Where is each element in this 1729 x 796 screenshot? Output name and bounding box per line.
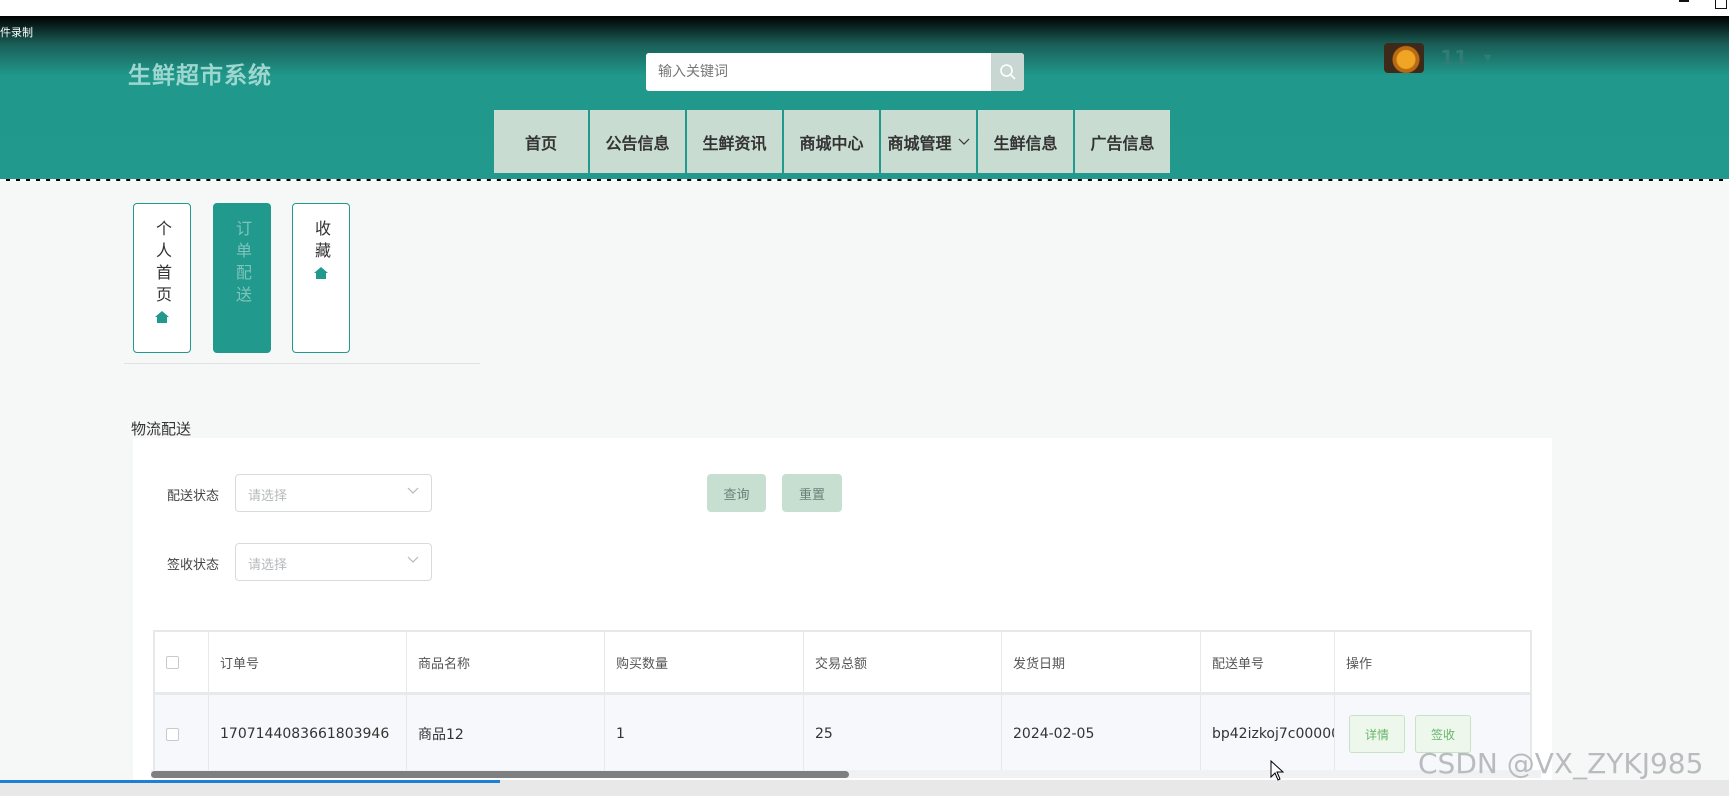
delivery-table: 订单号 商品名称 购买数量 交易总额 发货日期 配送单号 操作 17071440… xyxy=(153,630,1532,775)
total-amount: 25 xyxy=(804,695,1002,773)
column-header: 配送单号 xyxy=(1201,632,1335,692)
nav-label: 商城中心 xyxy=(799,133,864,153)
scrollbar-thumb[interactable] xyxy=(151,771,849,778)
nav-item-notice[interactable]: 公告信息 xyxy=(590,110,685,173)
table-header-row: 订单号 商品名称 购买数量 交易总额 发货日期 配送单号 操作 xyxy=(155,632,1530,695)
column-header: 发货日期 xyxy=(1002,632,1201,692)
delivery-number: bp42izkoj7c00000 xyxy=(1201,695,1335,773)
side-tab-label: 订单配送 xyxy=(233,220,252,308)
delivery-status-select[interactable]: 请选择 xyxy=(235,474,432,512)
side-tab-favorites[interactable]: 收藏 xyxy=(292,203,350,353)
user-menu[interactable]: 11 ▼ xyxy=(1384,42,1492,74)
username: 11 xyxy=(1440,46,1468,70)
nav-label: 生鲜信息 xyxy=(993,133,1058,153)
nav-label: 商城管理 xyxy=(887,133,952,153)
receipt-status-label: 签收状态 xyxy=(167,558,220,573)
home-icon xyxy=(314,267,328,279)
site-logo: 生鲜超市系统 xyxy=(128,63,272,89)
order-number: 1707144083661803946 xyxy=(209,695,407,773)
chevron-down-icon: ▼ xyxy=(1483,52,1492,64)
nav-item-mall-management[interactable]: 商城管理 xyxy=(881,110,976,173)
select-placeholder: 请选择 xyxy=(248,558,288,573)
search-box xyxy=(646,53,1024,91)
receipt-status-select[interactable]: 请选择 xyxy=(235,543,432,581)
nav-item-fresh-info[interactable]: 生鲜信息 xyxy=(978,110,1073,173)
side-tab-label: 收藏 xyxy=(312,220,331,264)
ship-date: 2024-02-05 xyxy=(1002,695,1201,773)
recording-label: 件录制 xyxy=(0,26,33,39)
nav-item-home[interactable]: 首页 xyxy=(494,110,588,173)
search-button[interactable] xyxy=(991,53,1024,91)
section-title: 物流配送 xyxy=(131,420,192,438)
minimize-icon[interactable] xyxy=(1679,0,1689,2)
search-input[interactable] xyxy=(646,53,984,91)
delivery-status-label: 配送状态 xyxy=(167,489,220,504)
search-icon xyxy=(999,64,1016,80)
select-all-checkbox[interactable] xyxy=(166,655,179,669)
home-icon xyxy=(155,311,169,323)
reset-button[interactable]: 重置 xyxy=(782,474,842,512)
main-nav: 首页 公告信息 生鲜资讯 商城中心 商城管理 生鲜信息 广告信息 xyxy=(494,110,1172,173)
table-row: 1707144083661803946 商品12 1 25 2024-02-05… xyxy=(155,695,1530,773)
mouse-cursor-icon xyxy=(1270,760,1284,781)
maximize-icon[interactable] xyxy=(1715,0,1727,9)
row-checkbox[interactable] xyxy=(166,727,179,741)
column-header: 操作 xyxy=(1346,656,1373,672)
nav-label: 首页 xyxy=(524,133,557,153)
nav-label: 广告信息 xyxy=(1090,133,1155,153)
select-placeholder: 请选择 xyxy=(248,489,288,504)
chevron-down-icon xyxy=(958,138,969,145)
column-header: 购买数量 xyxy=(605,632,804,692)
product-name: 商品12 xyxy=(407,695,605,773)
chevron-down-icon xyxy=(407,556,419,563)
header-checkbox-cell xyxy=(155,632,209,692)
side-tab-label: 个人首页 xyxy=(153,220,172,308)
divider xyxy=(124,363,480,364)
bottom-bar xyxy=(0,780,1729,796)
column-header: 交易总额 xyxy=(804,632,1002,692)
watermark: CSDN @VX_ZYKJ985 xyxy=(1418,747,1704,780)
window-titlebar xyxy=(0,0,1729,16)
chevron-down-icon xyxy=(407,487,419,494)
detail-button[interactable]: 详情 xyxy=(1349,715,1405,753)
row-checkbox-cell xyxy=(155,695,209,773)
nav-label: 生鲜资讯 xyxy=(702,133,767,153)
side-tab-order-delivery[interactable]: 订单配送 xyxy=(213,203,271,353)
nav-item-mall-center[interactable]: 商城中心 xyxy=(784,110,879,173)
nav-label: 公告信息 xyxy=(605,133,670,153)
nav-item-ads[interactable]: 广告信息 xyxy=(1075,110,1170,173)
table-scrollbar[interactable] xyxy=(151,770,1541,778)
content-panel: 配送状态 请选择 签收状态 请选择 查询 重置 订单号 商品名称 购买数量 交易… xyxy=(133,438,1552,796)
column-header: 订单号 xyxy=(209,632,407,692)
side-tab-profile[interactable]: 个人首页 xyxy=(133,203,191,353)
site-header: 生鲜超市系统 11 ▼ 首页 公告信息 生鲜资讯 商城中心 商城管理 生鲜信息 … xyxy=(0,16,1729,181)
quantity: 1 xyxy=(605,695,804,773)
avatar xyxy=(1384,43,1424,73)
nav-item-fresh-news[interactable]: 生鲜资讯 xyxy=(687,110,782,173)
progress-line xyxy=(0,780,500,783)
column-header: 商品名称 xyxy=(407,632,605,692)
query-button[interactable]: 查询 xyxy=(707,474,766,512)
